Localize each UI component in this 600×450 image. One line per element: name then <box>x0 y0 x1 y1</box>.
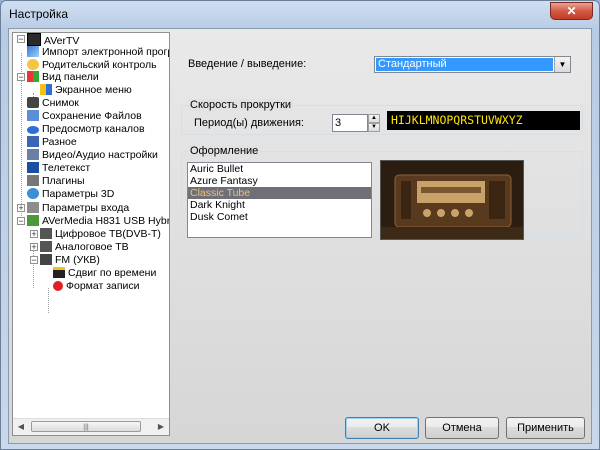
save-files-icon <box>27 110 39 121</box>
spin-down-icon[interactable]: ▼ <box>368 123 380 132</box>
scroll-speed-title: Скорость прокрутки <box>188 99 294 111</box>
import-icon <box>27 46 39 57</box>
tree-item-analog-tv[interactable]: Аналоговое ТВ <box>40 241 129 254</box>
cancel-button[interactable]: Отмена <box>425 417 499 439</box>
radio-icon <box>40 254 52 265</box>
input-output-value: Стандартный <box>376 58 553 71</box>
scroll-preview: HIJKLMNOPQRSTUVWXYZ <box>387 111 580 130</box>
skin-list[interactable]: Auric Bullet Azure Fantasy Classic Tube … <box>187 162 372 238</box>
period-spinner[interactable]: ▲ ▼ <box>368 114 380 132</box>
tv-icon <box>40 228 52 239</box>
title-bar[interactable]: Настройка ✕ <box>1 1 599 27</box>
spin-up-icon[interactable]: ▲ <box>368 114 380 123</box>
ok-button[interactable]: OK <box>345 417 419 439</box>
misc-icon <box>27 136 39 147</box>
skin-preview-image <box>381 161 523 239</box>
tree-item-digital-tv[interactable]: Цифровое ТВ(DVB-T) <box>40 228 161 241</box>
window-title: Настройка <box>9 7 69 21</box>
skin-item[interactable]: Dusk Comet <box>188 211 371 223</box>
tree-item-save-files[interactable]: Сохранение Файлов <box>27 110 142 123</box>
skin-preview <box>380 160 524 240</box>
input-output-label: Введение / выведение: <box>188 58 307 70</box>
apply-button[interactable]: Применить <box>506 417 585 439</box>
tree-horizontal-scrollbar[interactable]: ◀ ||| ▶ <box>13 418 169 435</box>
tree-item-import-epg[interactable]: Импорт электронной прогр <box>27 46 169 59</box>
dialog-client: − AVerTV Импорт электронной прогр Родите… <box>8 28 592 444</box>
3d-icon <box>27 188 39 199</box>
tree-item-snapshot[interactable]: Снимок <box>27 97 79 110</box>
tree-item-3d-params[interactable]: Параметры 3D <box>27 188 114 201</box>
parental-icon <box>27 59 39 70</box>
tree-item-record-format[interactable]: Формат записи <box>53 280 140 293</box>
tree-item-teletext[interactable]: Телетекст <box>27 162 90 175</box>
settings-panel: Введение / выведение: Стандартный ▼ Скор… <box>179 43 583 240</box>
tree-item-timeshift[interactable]: Сдвиг по времени <box>53 267 156 280</box>
scroll-thumb[interactable]: ||| <box>31 421 141 432</box>
close-button[interactable]: ✕ <box>550 2 593 20</box>
tree-item-osd[interactable]: Экранное меню <box>40 84 132 97</box>
scroll-left-arrow-icon[interactable]: ◀ <box>13 419 29 435</box>
skin-item[interactable]: Azure Fantasy <box>188 175 371 187</box>
scroll-speed-group: Скорость прокрутки Период(ы) движения: 3… <box>181 99 583 135</box>
tv-icon <box>40 241 52 252</box>
tree-item-fm-radio[interactable]: FM (УКВ) <box>40 254 100 267</box>
tools-icon <box>27 149 39 160</box>
plugins-icon <box>27 175 39 186</box>
chevron-down-icon[interactable]: ▼ <box>554 57 570 72</box>
tree-item-panel-view[interactable]: Вид панели <box>27 71 99 84</box>
panel-view-icon <box>27 71 39 82</box>
scroll-right-arrow-icon[interactable]: ▶ <box>153 419 169 435</box>
osd-icon <box>40 84 52 95</box>
tree-item-plugins[interactable]: Плагины <box>27 175 85 188</box>
tree-item-avermedia-device[interactable]: AVerMedia H831 USB Hybri <box>27 215 169 228</box>
camera-icon <box>27 97 39 108</box>
tree-item-video-audio[interactable]: Видео/Аудио настройки <box>27 149 158 162</box>
tree-item-input-params[interactable]: Параметры входа <box>27 202 129 215</box>
teletext-icon <box>27 162 39 173</box>
averTV-icon <box>27 33 41 46</box>
settings-window: Настройка ✕ − AVerTV Импорт электронной … <box>0 0 600 450</box>
period-label: Период(ы) движения: <box>194 117 304 129</box>
eye-icon <box>27 126 39 134</box>
record-icon <box>53 281 63 291</box>
skin-item[interactable]: Auric Bullet <box>188 163 371 175</box>
tree-item-misc[interactable]: Разное <box>27 136 77 149</box>
input-params-icon <box>27 202 39 213</box>
skin-item-selected[interactable]: Classic Tube <box>188 187 371 199</box>
design-title: Оформление <box>188 145 261 157</box>
skin-item[interactable]: Dark Knight <box>188 199 371 211</box>
device-icon <box>27 215 39 226</box>
input-output-combobox[interactable]: Стандартный ▼ <box>374 56 571 73</box>
timeshift-icon <box>53 267 65 278</box>
settings-tree[interactable]: − AVerTV Импорт электронной прогр Родите… <box>12 32 170 436</box>
tree-item-avertv[interactable]: AVerTV <box>27 33 79 47</box>
period-input[interactable]: 3 <box>332 114 368 132</box>
tree-item-channel-preview[interactable]: Предосмотр каналов <box>27 123 145 136</box>
design-group: Оформление Auric Bullet Azure Fantasy Cl… <box>181 145 583 240</box>
